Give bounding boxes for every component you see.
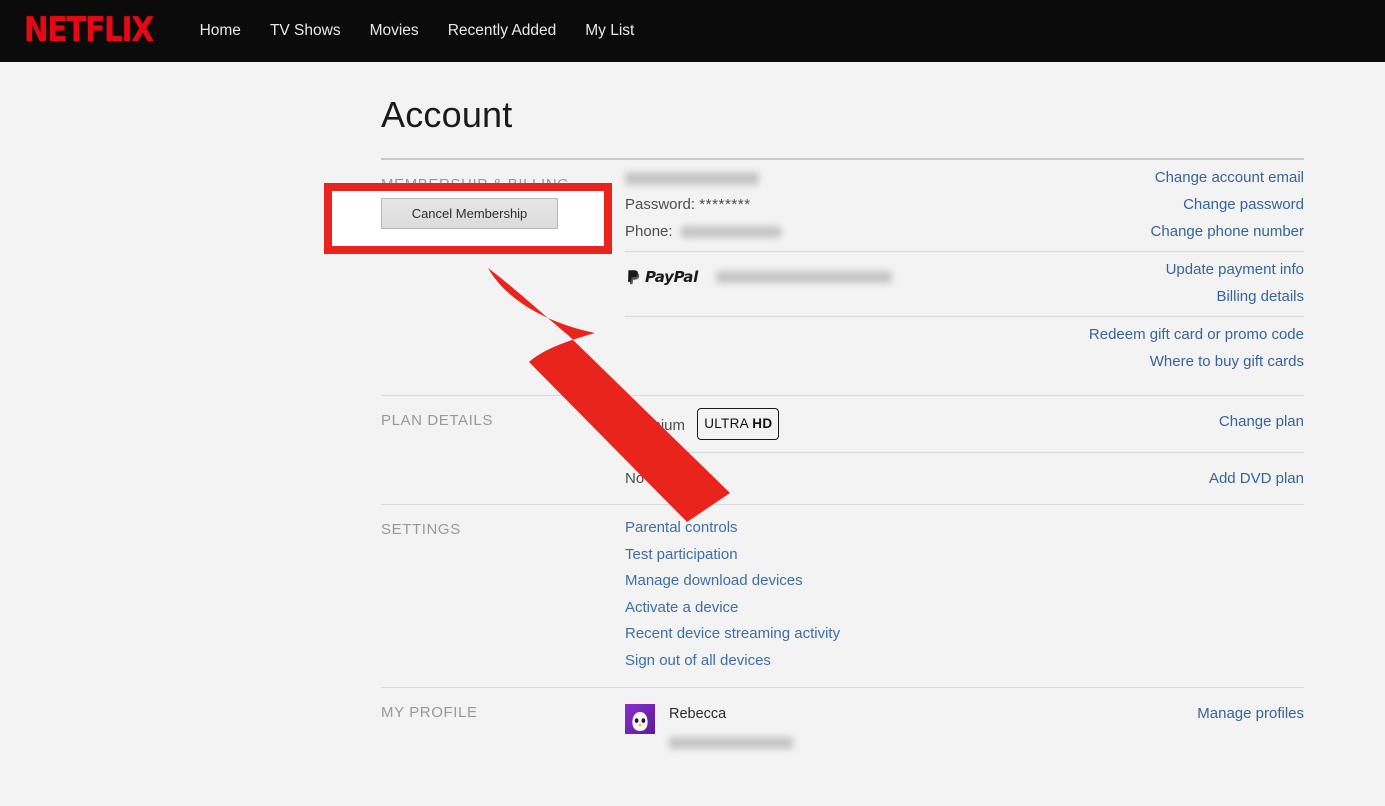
password-line: Password: ********: [625, 191, 781, 218]
dvd-plan-row: No DVD plan Add DVD plan: [625, 453, 1304, 504]
badge-prefix: ULTRA: [704, 416, 749, 431]
gift-card-links: Redeem gift card or promo code Where to …: [1089, 321, 1304, 375]
membership-body: Password: ******** Phone: Change account…: [625, 160, 1304, 381]
account-details: Password: ******** Phone:: [625, 164, 781, 245]
cancel-membership-button[interactable]: Cancel Membership: [381, 198, 558, 229]
account-page: Account MEMBERSHIP & BILLING Password: *…: [0, 62, 1385, 750]
paypal-icon: PayPal: [625, 264, 698, 291]
section-label-profile: MY PROFILE: [381, 703, 478, 721]
section-my-profile: MY PROFILE Rebecca Manage profiles: [381, 688, 1304, 760]
nav-item-tv-shows[interactable]: TV Shows: [270, 22, 341, 40]
link-change-password[interactable]: Change password: [1151, 191, 1304, 218]
account-email-redacted: [625, 164, 781, 191]
ultra-hd-badge: ULTRA HD: [697, 408, 780, 440]
top-navigation-bar: NETFLIX Home TV Shows Movies Recently Ad…: [0, 0, 1385, 62]
link-manage-profiles[interactable]: Manage profiles: [1197, 700, 1304, 727]
main-nav-links: Home TV Shows Movies Recently Added My L…: [200, 22, 664, 40]
phone-label: Phone:: [625, 223, 673, 240]
gift-card-row: Redeem gift card or promo code Where to …: [625, 317, 1304, 381]
payment-method: PayPal: [625, 256, 893, 291]
plan-links: Change plan: [1219, 408, 1304, 435]
payment-links: Update payment info Billing details: [1166, 256, 1304, 310]
password-label: Password:: [625, 196, 696, 213]
profile-text: Rebecca: [669, 700, 793, 754]
nav-item-recently-added[interactable]: Recently Added: [448, 22, 557, 40]
link-parental-controls[interactable]: Parental controls: [625, 515, 1304, 542]
badge-suffix: HD: [752, 416, 773, 431]
profile-links: Manage profiles: [1197, 700, 1304, 727]
password-value: ********: [699, 196, 751, 213]
dvd-plan-status: No DVD plan: [625, 470, 713, 487]
link-redeem-gift-card[interactable]: Redeem gift card or promo code: [1089, 321, 1304, 348]
link-recent-device-streaming-activity[interactable]: Recent device streaming activity: [625, 621, 1304, 648]
link-change-account-email[interactable]: Change account email: [1151, 164, 1304, 191]
profile-body: Rebecca Manage profiles: [625, 688, 1304, 760]
plan-body: Premium ULTRA HD Change plan No DVD plan…: [625, 396, 1304, 504]
section-label-plan: PLAN DETAILS: [381, 412, 493, 429]
profile-identity[interactable]: Rebecca: [625, 700, 793, 754]
page-title: Account: [381, 94, 513, 135]
section-label-settings: SETTINGS: [381, 521, 461, 538]
section-plan-details: PLAN DETAILS Premium ULTRA HD Change pla…: [381, 396, 1304, 504]
netflix-logo[interactable]: NETFLIX: [24, 14, 154, 48]
link-where-to-buy-gift-cards[interactable]: Where to buy gift cards: [1089, 348, 1304, 375]
link-update-payment-info[interactable]: Update payment info: [1166, 256, 1304, 283]
link-billing-details[interactable]: Billing details: [1166, 283, 1304, 310]
page-bottom-cutoff: [381, 780, 1304, 806]
link-add-dvd-plan[interactable]: Add DVD plan: [1209, 465, 1304, 492]
profile-name: Rebecca: [669, 705, 727, 722]
nav-item-movies[interactable]: Movies: [370, 22, 419, 40]
settings-links: Parental controls Test participation Man…: [625, 505, 1304, 687]
cancel-membership-button-wrap[interactable]: Cancel Membership: [381, 198, 558, 229]
penguin-avatar: [625, 703, 655, 734]
link-manage-download-devices[interactable]: Manage download devices: [625, 568, 1304, 595]
dvd-plan-links: Add DVD plan: [1209, 465, 1304, 492]
nav-item-home[interactable]: Home: [200, 22, 241, 40]
profile-row: Rebecca Manage profiles: [625, 688, 1304, 760]
link-activate-a-device[interactable]: Activate a device: [625, 595, 1304, 622]
nav-item-my-list[interactable]: My List: [585, 22, 634, 40]
membership-account-row: Password: ******** Phone: Change account…: [625, 160, 1304, 251]
plan-name-wrap: Premium ULTRA HD: [625, 408, 780, 440]
plan-name: Premium: [625, 417, 686, 434]
membership-links: Change account email Change password Cha…: [1151, 164, 1304, 245]
gift-card-spacer: [625, 321, 629, 348]
phone-line: Phone:: [625, 218, 781, 245]
paypal-wordmark: PayPal: [645, 267, 698, 286]
account-content: Account MEMBERSHIP & BILLING Password: *…: [381, 62, 1304, 760]
section-settings: SETTINGS Parental controls Test particip…: [381, 505, 1304, 687]
link-change-plan[interactable]: Change plan: [1219, 408, 1304, 435]
link-change-phone-number[interactable]: Change phone number: [1151, 218, 1304, 245]
payment-row: PayPal Update payment info Billing detai…: [625, 252, 1304, 316]
plan-row: Premium ULTRA HD Change plan: [625, 396, 1304, 452]
link-test-participation[interactable]: Test participation: [625, 542, 1304, 569]
link-sign-out-all-devices[interactable]: Sign out of all devices: [625, 648, 1304, 675]
